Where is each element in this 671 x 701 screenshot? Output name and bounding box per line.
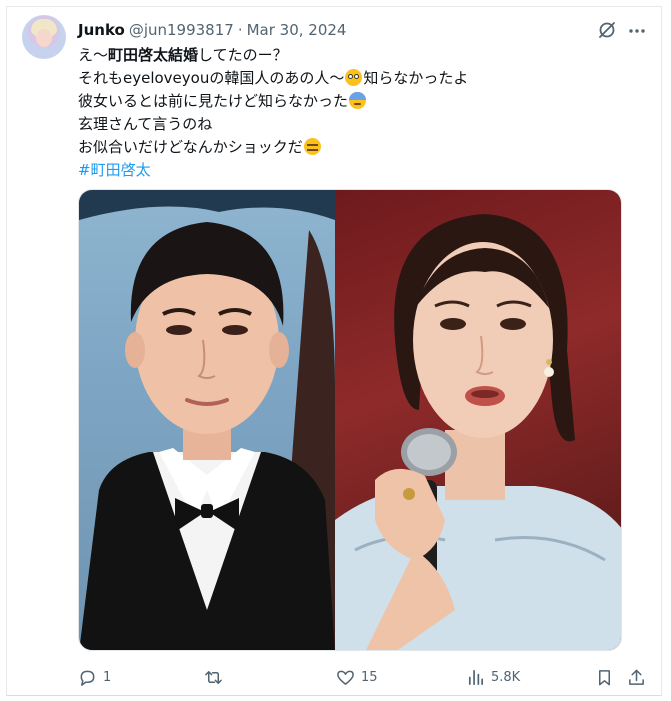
like-button[interactable]: 15	[336, 662, 378, 692]
expressionless-emoji-icon	[303, 138, 321, 155]
man-illustration	[79, 190, 335, 650]
bookmark-icon	[598, 669, 611, 685]
reply-button[interactable]: 1	[78, 662, 111, 692]
view-count: 5.8K	[491, 669, 521, 685]
photo-right-woman[interactable]	[335, 190, 621, 650]
display-name[interactable]: Junko	[78, 21, 125, 39]
repost-button[interactable]	[204, 662, 229, 692]
views-icon	[468, 669, 484, 685]
anxious-sweat-emoji-icon	[349, 92, 367, 109]
reply-count: 1	[103, 669, 112, 685]
hashtag-link[interactable]: #町田啓太	[78, 161, 151, 179]
text-line-5: お似合いだけどなんかショックだ	[78, 136, 638, 159]
avatar-face	[36, 29, 52, 47]
text-line-4-content: 玄理さんて言うのね	[78, 115, 213, 133]
share-icon	[629, 669, 644, 685]
text-line-2-end: 知らなかったよ	[363, 69, 469, 87]
text-line-6: #町田啓太	[78, 159, 638, 182]
text-line-4: 玄理さんて言うのね	[78, 113, 638, 136]
text-line-2-start: それもeyeloveyouの韓国人のあの人〜	[78, 69, 345, 87]
avatar[interactable]	[22, 15, 66, 59]
text-line-2: それもeyeloveyouの韓国人のあの人〜 知らなかったよ	[78, 67, 638, 90]
post-date[interactable]: Mar 30, 2024	[247, 21, 347, 39]
text-line-1: え〜町田啓太結婚してたのー？	[78, 44, 638, 67]
heart-icon	[337, 670, 354, 685]
flushed-face-emoji-icon	[345, 69, 363, 86]
photo-left-man[interactable]	[79, 190, 335, 650]
action-bar: 1 15 5.8K	[78, 662, 648, 692]
bookmark-button[interactable]	[595, 662, 614, 692]
more-icon[interactable]	[627, 21, 647, 41]
share-button[interactable]	[627, 662, 646, 692]
reply-icon	[80, 670, 95, 686]
media-photo[interactable]	[78, 189, 622, 651]
views-button[interactable]: 5.8K	[466, 662, 520, 692]
woman-illustration	[335, 214, 621, 650]
user-handle[interactable]: @jun1993817	[129, 21, 234, 39]
separator-dot: ·	[237, 21, 243, 39]
like-count: 15	[361, 669, 378, 685]
tweet-text: え〜町田啓太結婚してたのー？ それもeyeloveyouの韓国人のあの人〜 知らな…	[78, 44, 638, 182]
text-line-1-end: してたのー？	[198, 46, 288, 64]
repost-icon	[205, 670, 222, 684]
text-line-1-bold: 町田啓太結婚	[108, 46, 199, 64]
text-line-3-content: 彼女いるとは前に見たけど知らなかった	[78, 92, 349, 110]
text-line-5-content: お似合いだけどなんかショックだ	[78, 138, 303, 156]
grok-icon[interactable]	[597, 20, 617, 40]
text-line-1-start: え〜	[78, 46, 109, 64]
tweet-header: Junko @jun1993817 · Mar 30, 2024	[78, 19, 346, 41]
text-line-3: 彼女いるとは前に見たけど知らなかった	[78, 90, 638, 113]
